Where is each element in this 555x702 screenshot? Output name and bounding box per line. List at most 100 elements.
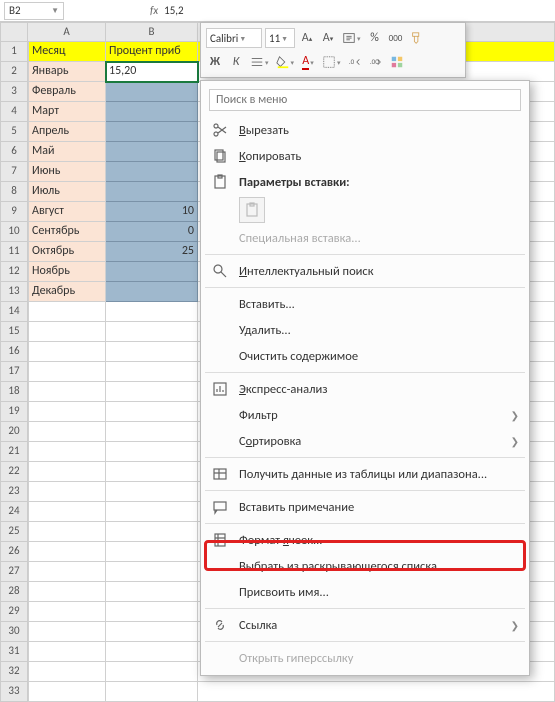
row-header[interactable]: 28 — [0, 582, 28, 602]
row-header[interactable]: 13 — [0, 282, 28, 302]
cell[interactable]: 15,20 — [106, 62, 198, 82]
font-size-picker[interactable]: 11▼ — [265, 28, 295, 48]
row-header[interactable]: 27 — [0, 562, 28, 582]
cell[interactable] — [28, 582, 106, 602]
row-header[interactable]: 17 — [0, 362, 28, 382]
cell[interactable] — [106, 502, 198, 522]
menu-clear[interactable]: Очистить содержимое — [201, 343, 529, 369]
cell[interactable] — [28, 622, 106, 642]
row-header[interactable]: 16 — [0, 342, 28, 362]
row-header[interactable]: 29 — [0, 602, 28, 622]
paste-button[interactable] — [239, 197, 265, 223]
row-header[interactable]: 1 — [0, 42, 28, 62]
cell[interactable] — [28, 542, 106, 562]
column-header-a[interactable]: A — [28, 22, 106, 42]
accounting-format-icon[interactable]: ▾ — [340, 28, 363, 48]
cell[interactable] — [106, 182, 198, 202]
cell[interactable] — [106, 82, 198, 102]
decrease-decimal-icon[interactable]: .00 — [367, 52, 385, 72]
menu-insert[interactable]: Вставить... — [201, 291, 529, 317]
cell[interactable] — [28, 562, 106, 582]
row-header[interactable]: 23 — [0, 482, 28, 502]
cell[interactable]: Май — [28, 142, 106, 162]
row-header[interactable]: 21 — [0, 442, 28, 462]
menu-delete[interactable]: Удалить... — [201, 317, 529, 343]
row-header[interactable]: 33 — [0, 682, 28, 702]
cell[interactable] — [28, 362, 106, 382]
cell[interactable] — [106, 142, 198, 162]
select-all-corner[interactable] — [0, 22, 28, 42]
cell[interactable]: 0 — [106, 222, 198, 242]
cell[interactable] — [106, 462, 198, 482]
column-header-b[interactable]: B — [106, 22, 198, 42]
cell[interactable] — [28, 302, 106, 322]
percent-format-icon[interactable]: % — [366, 28, 384, 48]
cell[interactable] — [106, 562, 198, 582]
comma-format-icon[interactable]: 000 — [387, 28, 405, 48]
cell[interactable] — [28, 482, 106, 502]
row-header[interactable]: 8 — [0, 182, 28, 202]
menu-dropdown-list[interactable]: Выбрать из раскрывающегося списка... — [201, 553, 529, 579]
increase-decimal-icon[interactable]: .0 — [346, 52, 364, 72]
row-header[interactable]: 9 — [0, 202, 28, 222]
cell[interactable] — [28, 422, 106, 442]
cell[interactable] — [106, 122, 198, 142]
cell[interactable] — [28, 382, 106, 402]
font-color-icon[interactable]: А▾ — [299, 52, 317, 72]
row-header[interactable]: 7 — [0, 162, 28, 182]
cell[interactable] — [106, 642, 198, 662]
menu-insert-comment[interactable]: Вставить примечание — [201, 494, 529, 520]
cell[interactable] — [28, 462, 106, 482]
menu-cut[interactable]: Вырезать — [201, 117, 529, 143]
cell[interactable] — [106, 402, 198, 422]
row-header[interactable]: 25 — [0, 522, 28, 542]
cell[interactable] — [106, 542, 198, 562]
row-header[interactable]: 2 — [0, 62, 28, 82]
cell[interactable] — [106, 382, 198, 402]
menu-link[interactable]: Ссылка ❯ — [201, 612, 529, 638]
borders-icon[interactable]: ▾ — [320, 52, 343, 72]
row-header[interactable]: 32 — [0, 662, 28, 682]
cell[interactable] — [28, 602, 106, 622]
cell[interactable] — [198, 682, 555, 702]
decrease-font-icon[interactable]: A▾ — [319, 28, 337, 48]
cell-styles-icon[interactable] — [388, 52, 406, 72]
cell[interactable]: 25 — [106, 242, 198, 262]
cell[interactable] — [28, 442, 106, 462]
name-box[interactable]: B2 ▼ — [4, 2, 64, 20]
cell[interactable]: Декабрь — [28, 282, 106, 302]
cell[interactable] — [28, 642, 106, 662]
menu-copy[interactable]: Копировать — [201, 143, 529, 169]
cell[interactable]: Июнь — [28, 162, 106, 182]
row-header[interactable]: 15 — [0, 322, 28, 342]
row-header[interactable]: 19 — [0, 402, 28, 422]
menu-smart-lookup[interactable]: Интеллектуальный поиск — [201, 258, 529, 284]
bold-icon[interactable]: Ж — [206, 52, 224, 72]
cell[interactable] — [28, 402, 106, 422]
row-header[interactable]: 31 — [0, 642, 28, 662]
cell[interactable] — [106, 262, 198, 282]
cell[interactable] — [28, 662, 106, 682]
font-picker[interactable]: Calibri▼ — [206, 28, 262, 48]
menu-filter[interactable]: Фильтр ❯ — [201, 402, 529, 428]
cell[interactable] — [106, 162, 198, 182]
cell[interactable]: Октябрь — [28, 242, 106, 262]
row-header[interactable]: 12 — [0, 262, 28, 282]
increase-font-icon[interactable]: A▴ — [298, 28, 316, 48]
menu-quick-analysis[interactable]: Экспресс-анализ — [201, 376, 529, 402]
cell[interactable] — [28, 502, 106, 522]
cell[interactable] — [28, 322, 106, 342]
menu-format-cells[interactable]: Формат ячеек... — [201, 527, 529, 553]
row-header[interactable]: 14 — [0, 302, 28, 322]
row-header[interactable]: 18 — [0, 382, 28, 402]
menu-get-data[interactable]: Получить данные из таблицы или диапазона… — [201, 461, 529, 487]
cell[interactable]: Сентябрь — [28, 222, 106, 242]
menu-define-name[interactable]: Присвоить имя... — [201, 579, 529, 605]
cell[interactable] — [106, 442, 198, 462]
cell[interactable]: Процент приб — [106, 42, 198, 62]
cell[interactable]: Июль — [28, 182, 106, 202]
cell[interactable] — [28, 522, 106, 542]
row-header[interactable]: 10 — [0, 222, 28, 242]
cell[interactable] — [106, 602, 198, 622]
cell[interactable] — [106, 342, 198, 362]
